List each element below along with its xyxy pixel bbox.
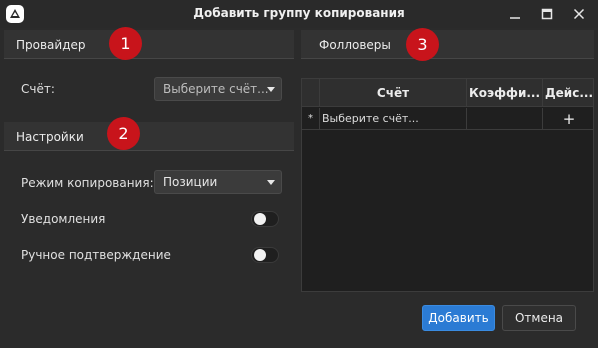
table-row-new: * Выберите счёт... + [302,108,593,130]
title-bar: Добавить группу копирования [0,0,598,28]
column-header-coefficient[interactable]: Коэффи... [467,79,543,107]
add-button[interactable]: Добавить [422,305,495,331]
provider-section-header: Провайдер [4,30,294,59]
provider-header-label: Провайдер [16,38,86,52]
followers-table: Счёт Коэффи... Дейс... * Выберите счёт..… [301,78,594,292]
maximize-button[interactable] [532,0,562,28]
followers-section-header: Фолловеры [301,30,594,59]
row-marker-header [302,79,320,107]
followers-header-label: Фолловеры [319,38,391,52]
maximize-icon [541,8,553,20]
chevron-down-icon [267,180,275,185]
copy-mode-select[interactable]: Позиции [154,170,282,194]
table-header: Счёт Коэффи... Дейс... [302,79,593,107]
notifications-toggle[interactable] [251,211,279,227]
account-label: Счёт: [21,82,55,96]
provider-account-select[interactable]: Выберите счёт... [154,77,282,101]
column-header-account[interactable]: Счёт [320,79,467,107]
minimize-button[interactable] [500,0,530,28]
close-button[interactable] [564,0,594,28]
notifications-label: Уведомления [21,212,106,226]
provider-account-select-value: Выберите счёт... [163,82,269,96]
settings-section-header: Настройки [4,122,294,151]
chevron-down-icon [267,87,275,92]
copy-mode-select-value: Позиции [163,175,218,189]
new-row-account-cell[interactable]: Выберите счёт... [320,108,467,130]
copy-mode-label: Режим копирования: [21,176,154,190]
close-icon [573,8,585,20]
cancel-button[interactable]: Отмена [502,305,576,331]
minimize-icon [510,17,520,19]
annotation-badge-2: 2 [107,117,140,150]
settings-header-label: Настройки [16,130,84,144]
toggle-knob [254,213,266,225]
annotation-badge-1: 1 [109,27,142,60]
new-row-marker: * [302,108,320,130]
manual-confirm-toggle[interactable] [251,247,279,263]
add-row-button[interactable]: + [543,108,593,130]
annotation-badge-3: 3 [406,28,439,61]
toggle-knob [254,249,266,261]
column-header-actions[interactable]: Дейс... [543,79,593,107]
new-row-coefficient-cell[interactable] [467,108,543,130]
manual-confirm-label: Ручное подтверждение [21,248,171,262]
